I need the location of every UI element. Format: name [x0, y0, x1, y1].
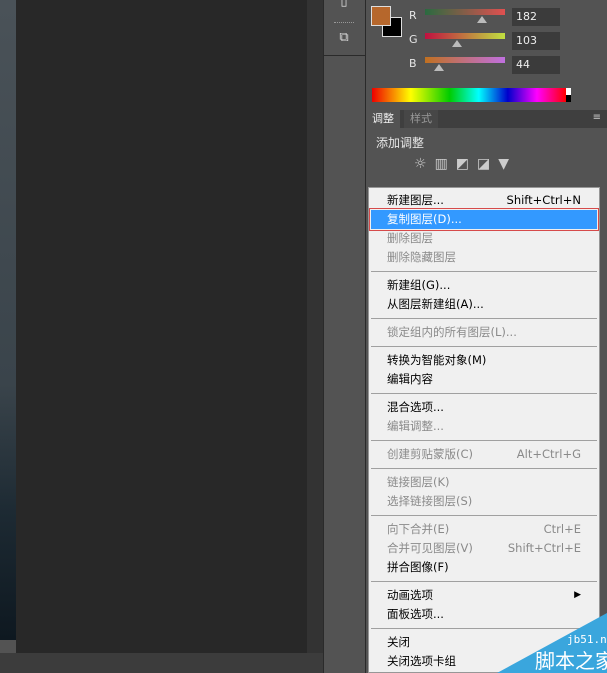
menu-shortcut: Ctrl+E	[543, 522, 581, 536]
canvas-area	[16, 0, 307, 653]
menu-separator	[369, 511, 599, 520]
menu-item-label: 动画选项	[387, 588, 433, 602]
menu-item[interactable]: 链接图层(K)	[369, 473, 599, 492]
menu-shortcut: Alt+Ctrl+G	[516, 447, 581, 461]
menu-item-label: 合并可见图层(V)	[387, 541, 473, 555]
black-swatch[interactable]	[566, 95, 571, 102]
menu-item-label: 编辑内容	[387, 372, 433, 386]
canvas-scrollbar[interactable]	[307, 0, 323, 653]
exposure-icon[interactable]: ◪	[477, 156, 490, 172]
panel-dock: ▯ ⧉	[323, 0, 367, 673]
menu-item[interactable]: 锁定组内的所有图层(L)...	[369, 323, 599, 342]
menu-item-label: 新建组(G)...	[387, 278, 451, 292]
menu-item[interactable]: 动画选项 ▶	[369, 586, 599, 605]
menu-item[interactable]: 合并可见图层(V) Shift+Ctrl+E	[369, 539, 599, 558]
menu-item-label: 拼合图像(F)	[387, 560, 449, 574]
menu-item[interactable]: 新建组(G)...	[369, 276, 599, 295]
menu-separator	[369, 267, 599, 276]
menu-item[interactable]: 混合选项...	[369, 398, 599, 417]
menu-shortcut: Shift+Ctrl+N	[506, 193, 581, 207]
channel-slider[interactable]	[425, 57, 505, 63]
menu-item[interactable]: 向下合并(E) Ctrl+E	[369, 520, 599, 539]
menu-item-label: 编辑调整...	[387, 419, 444, 433]
color-spectrum[interactable]	[372, 88, 566, 102]
brightness-icon[interactable]: ☼	[414, 156, 427, 172]
channel-value-input[interactable]: 44	[512, 56, 560, 74]
slider-thumb[interactable]	[433, 64, 444, 71]
menu-item-label: 关闭	[387, 635, 410, 649]
menu-item[interactable]: 从图层新建组(A)...	[369, 295, 599, 314]
menu-item[interactable]: 编辑内容	[369, 370, 599, 389]
adjustments-title: 添加调整	[376, 136, 425, 150]
slider-thumb[interactable]	[452, 40, 462, 47]
channel-slider[interactable]	[425, 9, 505, 15]
levels-icon[interactable]: ▥	[435, 156, 448, 172]
menu-item-label: 删除图层	[387, 231, 433, 245]
menu-item-label: 面板选项...	[387, 607, 444, 621]
menu-item[interactable]: 删除图层	[369, 229, 599, 248]
curves-icon[interactable]: ◩	[456, 156, 469, 172]
watermark-logo: jb51.net 脚本之家	[497, 613, 607, 673]
menu-item-label: 从图层新建组(A)...	[387, 297, 484, 311]
layer-context-menu: 新建图层... Shift+Ctrl+N 复制图层(D)... 删除图层 删除隐藏图层新…	[368, 187, 600, 673]
menu-item-label: 关闭选项卡组	[387, 654, 456, 668]
menu-item-label: 复制图层(D)...	[387, 212, 462, 226]
menu-item-label: 锁定组内的所有图层(L)...	[387, 325, 517, 339]
tab-adjustments[interactable]: 调整	[366, 110, 400, 128]
menu-separator	[369, 342, 599, 351]
white-swatch[interactable]	[566, 88, 571, 95]
menu-item[interactable]: 转换为智能对象(M)	[369, 351, 599, 370]
menu-item[interactable]: 选择链接图层(S)	[369, 492, 599, 511]
menu-item-label: 链接图层(K)	[387, 475, 450, 489]
watermark-site: jb51.net	[567, 633, 607, 646]
horizontal-scrollbar[interactable]	[0, 653, 323, 673]
menu-separator	[369, 314, 599, 323]
channel-value-input[interactable]: 182	[512, 8, 560, 26]
menu-item-label: 新建图层...	[387, 193, 444, 207]
dock-grip[interactable]	[334, 22, 354, 23]
menu-item[interactable]: 删除隐藏图层	[369, 248, 599, 267]
channel-label: R	[409, 9, 417, 22]
menu-item[interactable]: 编辑调整...	[369, 417, 599, 436]
watermark-name: 脚本之家	[535, 649, 607, 673]
menu-item[interactable]: 复制图层(D)...	[369, 208, 599, 231]
submenu-arrow-icon: ▶	[574, 590, 581, 600]
menu-item-label: 混合选项...	[387, 400, 444, 414]
menu-item-label: 删除隐藏图层	[387, 250, 456, 264]
menu-separator	[369, 436, 599, 445]
divider	[324, 55, 365, 56]
3d-icon[interactable]: ⧉	[332, 30, 356, 50]
menu-item-label: 选择链接图层(S)	[387, 494, 473, 508]
foreground-color-swatch[interactable]	[371, 6, 391, 26]
vibrance-icon[interactable]: ▼	[498, 156, 509, 172]
canvas-image	[0, 0, 16, 640]
menu-item-label: 转换为智能对象(M)	[387, 353, 487, 367]
menu-item-label: 创建剪贴蒙版(C)	[387, 447, 474, 461]
channel-label: G	[409, 33, 418, 46]
menu-shortcut: Shift+Ctrl+E	[507, 541, 581, 555]
menu-separator	[369, 389, 599, 398]
panel-tabs: 调整 样式 ≡	[366, 110, 607, 128]
menu-separator	[369, 464, 599, 473]
channel-slider[interactable]	[425, 33, 505, 39]
menu-separator	[369, 577, 599, 586]
menu-item[interactable]: 创建剪贴蒙版(C) Alt+Ctrl+G	[369, 445, 599, 464]
channel-value-input[interactable]: 103	[512, 32, 560, 50]
panel-menu-icon[interactable]: ≡	[593, 112, 601, 123]
menu-item[interactable]: 拼合图像(F)	[369, 558, 599, 577]
menu-item[interactable]: 新建图层... Shift+Ctrl+N	[369, 191, 599, 210]
channel-label: B	[409, 57, 417, 70]
tab-styles[interactable]: 样式	[404, 110, 438, 128]
slider-thumb[interactable]	[476, 16, 487, 23]
history-icon[interactable]: ▯	[332, 0, 356, 14]
menu-item-label: 向下合并(E)	[387, 522, 450, 536]
